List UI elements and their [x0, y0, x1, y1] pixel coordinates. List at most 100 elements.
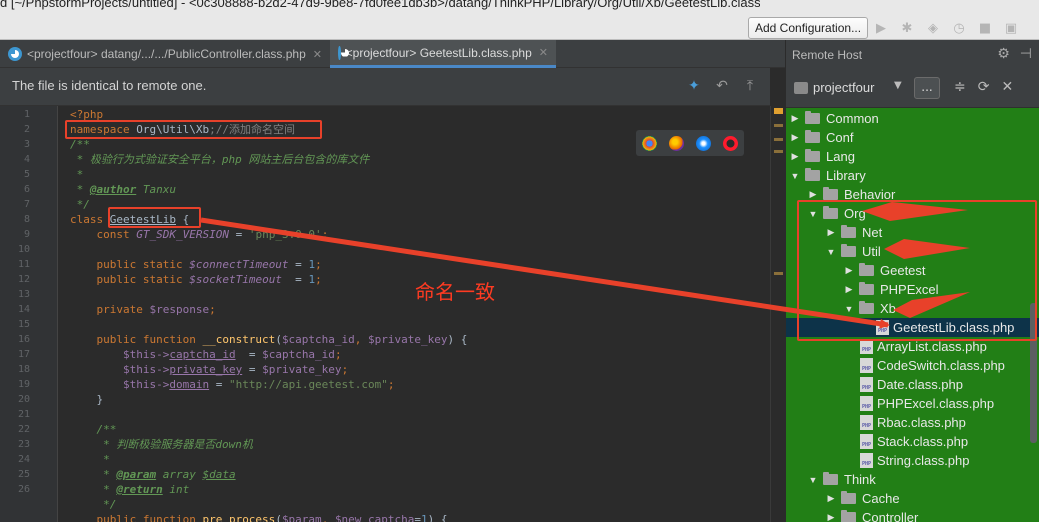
tree-label: ArrayList.class.php — [877, 339, 987, 354]
hide-panel-icon[interactable]: ⊣ — [1020, 46, 1032, 62]
semicolon: ; — [315, 273, 322, 286]
doc-var: $data — [202, 468, 236, 481]
collapse-arrow-icon[interactable]: ▼ — [790, 171, 800, 181]
doc-value: Tanxu — [136, 183, 176, 196]
upload-icon[interactable]: ⤒ — [742, 78, 758, 94]
function-name: __construct — [202, 333, 276, 346]
sparkle-icon[interactable]: ✦ — [686, 78, 702, 94]
server-select[interactable]: projectfour — [813, 80, 874, 95]
marker[interactable] — [774, 124, 783, 127]
doc-tag: @return — [116, 483, 163, 496]
tree-file-phpexcel[interactable]: PHP PHPExcel.class.php — [860, 394, 994, 413]
tree-label: Rbac.class.php — [877, 415, 966, 430]
expand-arrow-icon[interactable]: ▶ — [826, 512, 836, 522]
tree-file-string[interactable]: PHP String.class.php — [860, 451, 970, 470]
line-number: 18 — [17, 364, 30, 375]
chrome-icon[interactable] — [642, 135, 657, 151]
comma: , — [354, 333, 369, 346]
php-file-icon: PHP — [860, 339, 873, 354]
editor-marker-bar[interactable] — [770, 106, 785, 522]
operator: = — [235, 348, 263, 361]
layout-icon[interactable]: ▣ — [1002, 19, 1020, 37]
tree-folder-think[interactable]: ▼ Think — [808, 470, 876, 489]
more-options-button[interactable]: ... — [914, 77, 940, 99]
folder-icon — [805, 130, 820, 143]
tree-file-stack[interactable]: PHP Stack.class.php — [860, 432, 968, 451]
tree-folder-conf[interactable]: ▶ Conf — [790, 128, 853, 147]
panel-toolbar-actions: ≑ ⟳ ✕ — [954, 79, 1013, 95]
close-icon[interactable]: ✕ — [539, 46, 548, 59]
collapse-all-icon[interactable]: ≑ — [954, 79, 966, 95]
dropdown-arrow-icon[interactable]: ▼ — [894, 80, 902, 91]
marker[interactable] — [774, 138, 783, 141]
server-icon — [794, 82, 808, 94]
line-number: 26 — [17, 484, 30, 495]
classname-highlight-box — [108, 207, 201, 228]
add-configuration-button[interactable]: Add Configuration... — [748, 17, 869, 39]
php-file-icon: PHP — [860, 377, 873, 392]
string: 'php_3.0.0' — [248, 228, 322, 241]
undo-icon[interactable]: ↶ — [714, 78, 730, 94]
coverage-icon[interactable]: ◈ — [924, 19, 942, 37]
tree-file-date[interactable]: PHP Date.class.php — [860, 375, 963, 394]
firefox-icon[interactable] — [669, 135, 684, 151]
run-icon[interactable]: ▶ — [872, 19, 890, 37]
close-icon[interactable]: ✕ — [313, 48, 322, 61]
tree-file-rbac[interactable]: PHP Rbac.class.php — [860, 413, 966, 432]
annotation-label: 命名一致 — [415, 280, 495, 304]
panel-header-actions: ⚙ ⊣ — [997, 46, 1032, 62]
refresh-icon[interactable]: ⟳ — [978, 79, 990, 95]
expand-arrow-icon[interactable]: ▶ — [790, 132, 800, 143]
code-editor[interactable]: 1 2 3 4 5 6 7 8 9 10 11 12 13 14 15 16 1… — [0, 106, 785, 522]
string: "http://api.geetest.com" — [228, 378, 388, 391]
line-number: 16 — [17, 334, 30, 345]
expand-arrow-icon[interactable]: ▶ — [790, 151, 800, 162]
variable: $socketTimeout — [189, 273, 282, 286]
php-file-icon: PHP — [860, 434, 873, 449]
tree-folder-common[interactable]: ▶ Common — [790, 109, 879, 128]
semicolon: ; — [321, 228, 329, 241]
gear-icon[interactable]: ⚙ — [997, 46, 1010, 62]
tree-file-codeswitch[interactable]: PHP CodeSwitch.class.php — [860, 356, 1005, 375]
tab-geetestlib[interactable]: <projectfour> GeetestLib.class.php ✕ — [330, 40, 556, 68]
line-number: 23 — [17, 439, 30, 450]
number: 1 — [421, 513, 428, 522]
namespace-highlight-box — [65, 120, 322, 139]
profile-icon[interactable]: ◷ — [950, 19, 968, 37]
tree-folder-library[interactable]: ▼ Library — [790, 166, 866, 185]
tree-folder-controller[interactable]: ▶ Controller — [826, 508, 918, 522]
collapse-arrow-icon[interactable]: ▼ — [808, 475, 818, 485]
parameter: $private_key — [368, 333, 448, 346]
semicolon: ; — [341, 363, 349, 376]
php-file-icon: PHP — [860, 453, 873, 468]
tree-folder-cache[interactable]: ▶ Cache — [826, 489, 900, 508]
warning-marker[interactable] — [774, 108, 783, 114]
marker[interactable] — [774, 150, 783, 153]
doc-comment: */ — [70, 498, 117, 511]
tab-publiccontroller[interactable]: <projectfour> datang/.../.../PublicContr… — [0, 40, 330, 68]
line-number: 10 — [17, 244, 30, 255]
variable: $connectTimeout — [189, 258, 289, 271]
expand-arrow-icon[interactable]: ▶ — [808, 189, 818, 200]
doc-comment: * — [70, 453, 110, 466]
safari-icon[interactable] — [696, 135, 711, 151]
expand-arrow-icon[interactable]: ▶ — [790, 113, 800, 124]
folder-icon — [823, 187, 838, 200]
tree-folder-lang[interactable]: ▶ Lang — [790, 147, 855, 166]
expand-arrow-icon[interactable]: ▶ — [826, 493, 836, 504]
variable: $response — [149, 303, 210, 316]
editor-tabs: <projectfour> datang/.../.../PublicContr… — [0, 40, 785, 68]
debug-icon[interactable]: ✱ — [898, 19, 916, 37]
marker[interactable] — [774, 272, 783, 275]
line-number: 8 — [23, 214, 30, 225]
paren: ) { — [427, 513, 448, 522]
banner-text: The file is identical to remote one. — [12, 78, 207, 93]
line-number: 25 — [17, 469, 30, 480]
tree-label: Stack.class.php — [877, 434, 969, 449]
php-file-icon — [8, 47, 22, 61]
opera-icon[interactable] — [723, 135, 738, 151]
code-line: public function pre_process($param, $new… — [70, 512, 448, 522]
close-icon[interactable]: ✕ — [1001, 79, 1013, 95]
stop-icon[interactable]: ■ — [976, 19, 994, 37]
line-number: 17 — [17, 349, 30, 360]
